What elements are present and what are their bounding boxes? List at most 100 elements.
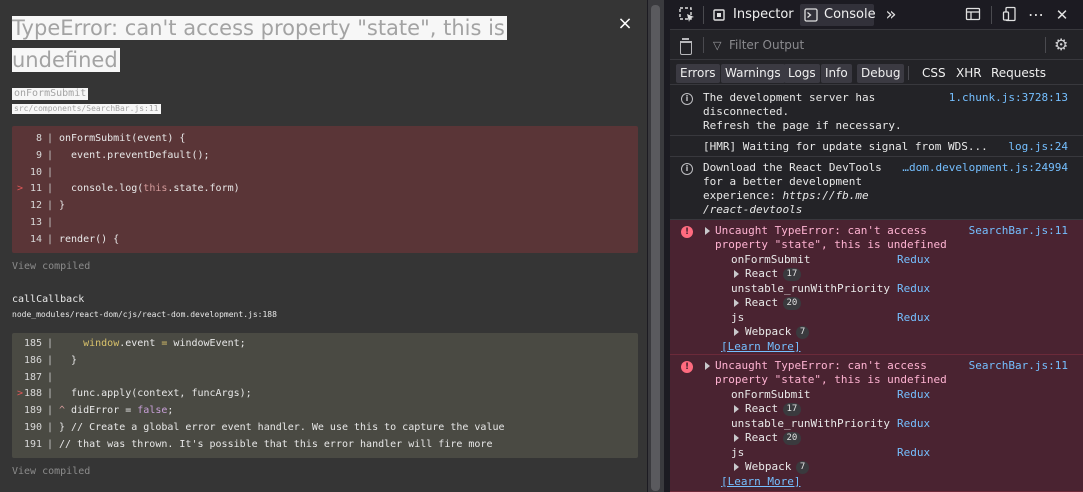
level-logs-button[interactable]: Logs <box>784 64 820 83</box>
console-filter-bar: ▽ ⚙ <box>670 30 1083 60</box>
message-text: [HMR] Waiting for update signal from WDS… <box>703 140 988 153</box>
line-number: 189 <box>23 405 42 417</box>
view-compiled-link[interactable]: View compiled <box>12 261 90 272</box>
more-tabs-icon[interactable]: » <box>882 6 900 24</box>
code-text: // that was thrown. It's possible that t… <box>59 438 493 450</box>
gear-icon[interactable]: ⚙ <box>1054 36 1068 54</box>
expand-triangle-icon[interactable] <box>705 227 710 235</box>
expand-triangle-icon[interactable] <box>734 270 739 279</box>
error-message-text: Uncaught TypeError: can't access propert… <box>715 359 947 386</box>
toolbar-separator <box>991 6 992 24</box>
more-options-icon[interactable]: ⋯ <box>1027 6 1045 24</box>
learn-more-link[interactable]: [Learn More] <box>721 475 800 489</box>
console-error-message: ! Uncaught TypeError: can't access proper… <box>670 220 1083 355</box>
code-text: render() { <box>59 233 120 245</box>
line-number: 187 <box>23 371 42 383</box>
stack-frame-source-link[interactable]: Redux <box>897 253 930 267</box>
stack-frame-function: js <box>731 445 745 459</box>
code-line: 190 |} // Create a global error event han… <box>12 421 638 435</box>
stack-group-name[interactable]: Webpack <box>745 325 791 339</box>
message-source-link[interactable]: 1.chunk.js:3728:13 <box>949 91 1068 105</box>
level-debug-button[interactable]: Debug <box>857 64 905 83</box>
stack-group-name[interactable]: React <box>745 267 778 281</box>
code-line: 191 | // that was thrown. It's possible th… <box>12 438 638 452</box>
level-warnings-button[interactable]: Warnings <box>721 64 785 83</box>
filter-output-input[interactable] <box>729 37 1029 53</box>
line-number: 10 <box>29 166 42 178</box>
expand-triangle-icon[interactable] <box>734 463 739 471</box>
trash-icon[interactable] <box>679 38 693 55</box>
tab-console[interactable]: Console <box>800 4 876 26</box>
scrollbar-thumb[interactable] <box>651 5 660 491</box>
stack-group-name[interactable]: React <box>745 296 778 310</box>
message-source-link[interactable]: log.js:24 <box>1008 140 1068 154</box>
frame-function-name: callCallback <box>12 294 85 305</box>
gutter-bar: | <box>47 422 54 433</box>
stack-frame-source-link[interactable]: Redux <box>897 417 930 431</box>
learn-more-link[interactable]: [Learn More] <box>721 340 800 354</box>
code-line: 185 | window.event = windowEvent; <box>12 337 638 351</box>
code-text: } <box>59 200 66 212</box>
stack-frame-function: unstable_runWithPriority <box>731 416 890 430</box>
code-text: console.log(this.state.form) <box>59 183 240 195</box>
code-text: ^ didError = false; <box>59 405 174 417</box>
line-number: 188 <box>23 388 42 400</box>
expand-triangle-icon[interactable] <box>734 328 739 336</box>
view-compiled-link[interactable]: View compiled <box>12 466 90 477</box>
expand-triangle-icon[interactable] <box>734 299 739 308</box>
responsive-design-icon[interactable] <box>1001 6 1019 24</box>
filter-requests-button[interactable]: Requests <box>987 64 1050 83</box>
code-text: onFormSubmit(event) { <box>59 133 186 144</box>
error-source-link[interactable]: SearchBar.js:11 <box>969 224 1068 238</box>
stack-frame-source-link[interactable]: Redux <box>897 282 930 296</box>
gutter-bar: | <box>47 183 54 195</box>
frame-function-name: onFormSubmit <box>12 88 89 100</box>
stack-frame-function: unstable_runWithPriority <box>731 281 890 295</box>
expand-triangle-icon[interactable] <box>734 405 739 414</box>
code-line: 186 | } <box>12 354 638 368</box>
stack-frame-source-link[interactable]: Redux <box>897 446 930 460</box>
error-message-text: Uncaught TypeError: can't access propert… <box>715 224 947 251</box>
stack-frame-source-link[interactable]: Redux <box>897 388 930 402</box>
expand-triangle-icon[interactable] <box>734 434 739 443</box>
element-picker-icon[interactable] <box>678 6 696 24</box>
line-number: 9 <box>35 149 42 161</box>
code-line: 10 | <box>12 166 638 180</box>
filter-css-button[interactable]: CSS <box>918 64 950 83</box>
code-text: event.preventDefault(); <box>59 149 210 161</box>
line-number: 14 <box>29 233 42 245</box>
stack-group-name[interactable]: Webpack <box>745 460 791 474</box>
line-number: 11 <box>29 183 42 195</box>
toolbar-separator <box>908 66 909 80</box>
filter-xhr-button[interactable]: XHR <box>952 64 986 83</box>
stack-group-name[interactable]: React <box>745 402 778 416</box>
code-line: 14 | render() { <box>12 233 638 247</box>
message-source-link[interactable]: …dom.development.js:24994 <box>902 161 1068 175</box>
stack-group-name[interactable]: React <box>745 431 778 445</box>
error-icon: ! <box>681 226 693 238</box>
code-snippet-library: 185 | window.event = windowEvent; 186 | } 18… <box>12 333 638 458</box>
code-text: window.event = windowEvent; <box>83 338 246 349</box>
line-number: 191 <box>23 438 42 450</box>
code-line: 8 | onFormSubmit(event) { <box>12 132 638 146</box>
level-errors-button[interactable]: Errors <box>676 64 720 83</box>
console-message: i Download the React DevTools for a bett… <box>670 157 1083 220</box>
toolbar-separator <box>703 6 704 24</box>
dock-layout-icon[interactable] <box>964 6 982 24</box>
gutter-bar: | <box>47 133 54 144</box>
gutter-bar: | <box>47 371 54 383</box>
level-info-button[interactable]: Info <box>821 64 852 83</box>
error-source-link[interactable]: SearchBar.js:11 <box>969 359 1068 373</box>
filter-icon: ▽ <box>713 39 722 52</box>
expand-triangle-icon[interactable] <box>705 362 710 370</box>
stack-frame-source-link[interactable]: Redux <box>897 311 930 325</box>
line-number: 186 <box>23 354 42 366</box>
code-line: >188 | func.apply(context, funcArgs); <box>12 387 638 401</box>
panel-divider[interactable] <box>647 0 670 492</box>
code-line: 187 | <box>12 371 638 385</box>
code-text: func.apply(context, funcArgs); <box>59 388 252 400</box>
close-icon[interactable]: × <box>616 14 634 34</box>
close-icon[interactable]: ✕ <box>1053 6 1071 24</box>
stack-group-count-badge: 17 <box>782 268 802 282</box>
tab-inspector[interactable]: Inspector <box>710 4 794 26</box>
